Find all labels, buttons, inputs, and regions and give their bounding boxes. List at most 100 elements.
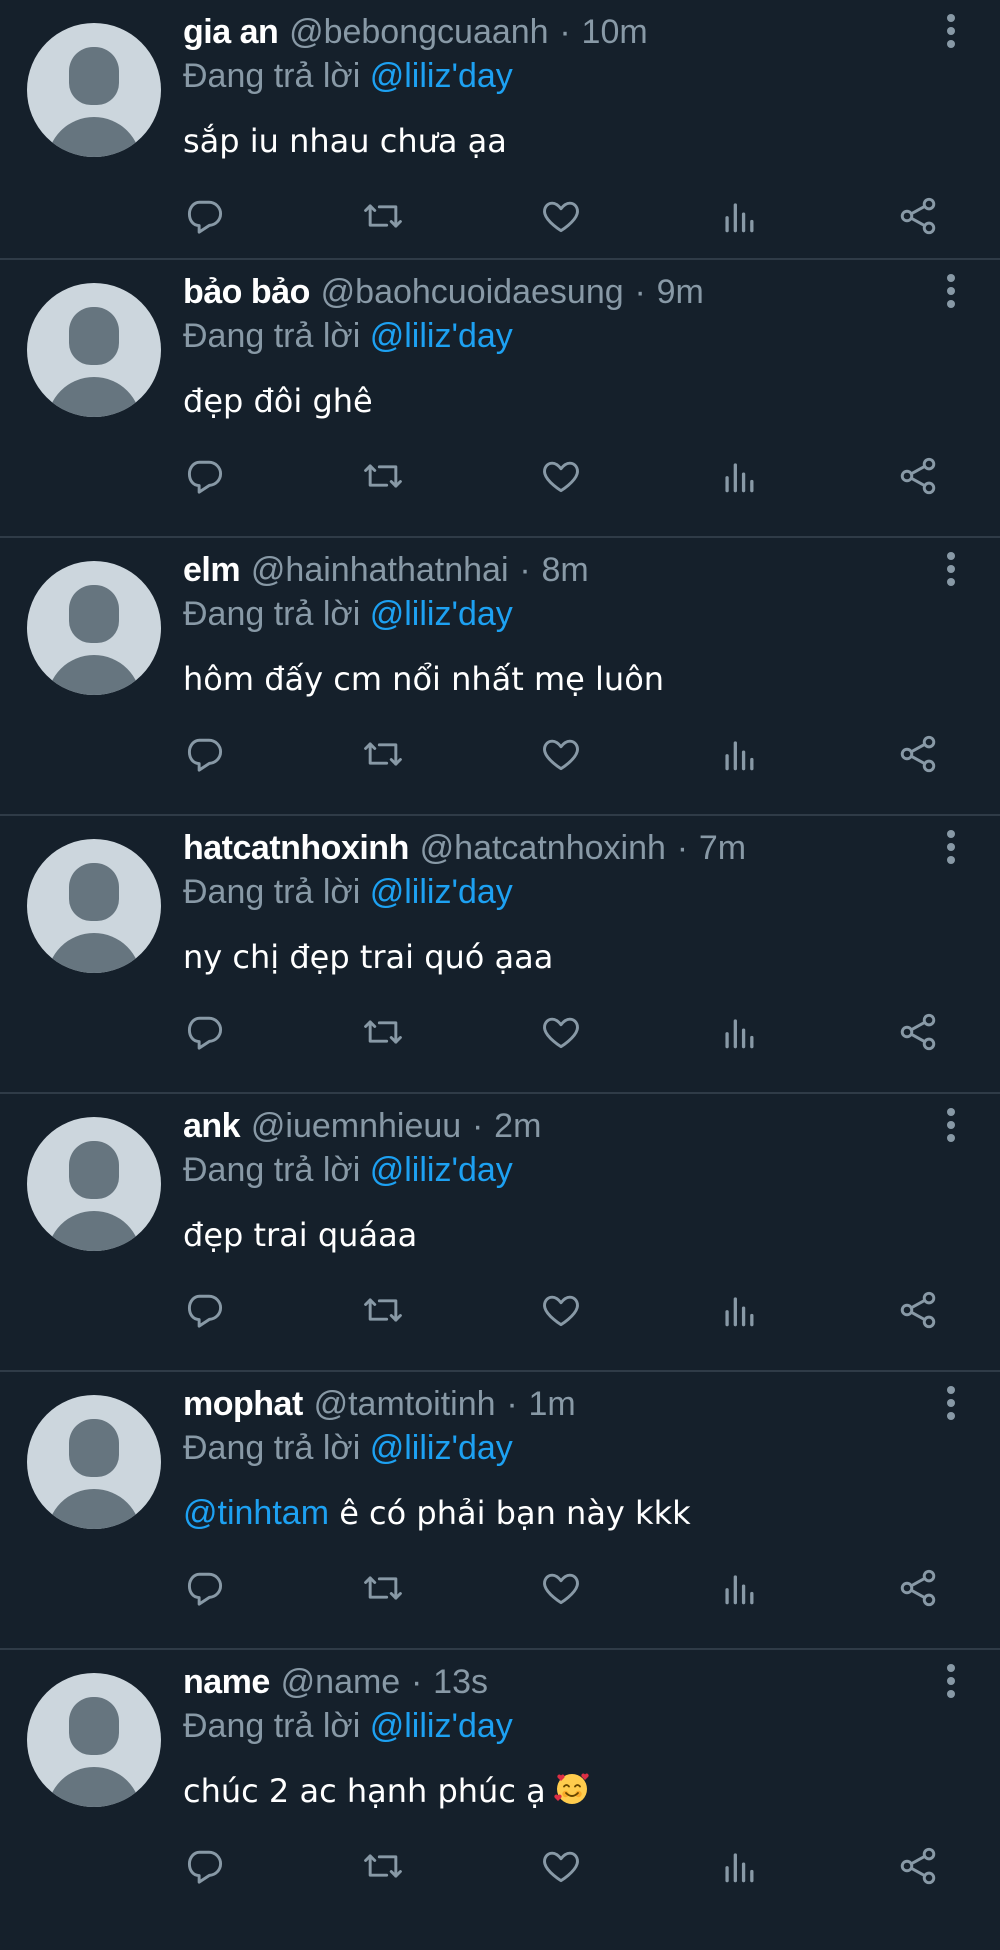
replying-to-mention[interactable]: @liliz'day <box>370 1429 513 1467</box>
replying-to-mention[interactable]: @liliz'day <box>370 873 513 911</box>
replying-to: Đang trả lời @liliz'day <box>183 868 513 916</box>
replying-to-mention[interactable]: @liliz'day <box>370 595 513 633</box>
tweet-text-body: đẹp trai quáaa <box>183 1216 418 1254</box>
tweet-header: bảo bảo @baohcuoidaesung · 9m <box>183 268 704 316</box>
tweet-item[interactable]: name @name · 13s Đang trả lời @liliz'day… <box>0 1650 1000 1950</box>
tweet-item[interactable]: ank @iuemnhieuu · 2m Đang trả lời @liliz… <box>0 1094 1000 1372</box>
analytics-icon[interactable] <box>717 1844 761 1888</box>
display-name[interactable]: bảo bảo <box>183 273 310 311</box>
heart-icon[interactable] <box>539 194 583 238</box>
retweet-icon[interactable] <box>361 732 405 776</box>
heart-icon[interactable] <box>539 1566 583 1610</box>
analytics-icon[interactable] <box>717 1288 761 1332</box>
tweet-item[interactable]: elm @hainhathatnhai · 8m Đang trả lời @l… <box>0 538 1000 816</box>
replying-to: Đang trả lời @liliz'day <box>183 590 513 638</box>
timestamp[interactable]: 7m <box>699 829 746 867</box>
retweet-icon[interactable] <box>361 1566 405 1610</box>
analytics-icon[interactable] <box>717 732 761 776</box>
replying-to: Đang trả lời @liliz'day <box>183 1146 513 1194</box>
more-icon[interactable] <box>946 552 956 586</box>
action-bar <box>183 1288 963 1332</box>
display-name[interactable]: name <box>183 1663 270 1701</box>
heart-icon[interactable] <box>539 1010 583 1054</box>
replying-to-mention[interactable]: @liliz'day <box>370 1151 513 1189</box>
display-name[interactable]: elm <box>183 551 241 589</box>
tweet-text-body: hôm đấy cm nổi nhất mẹ luôn <box>183 660 665 698</box>
timestamp[interactable]: 9m <box>657 273 704 311</box>
share-icon[interactable] <box>896 1288 940 1332</box>
analytics-icon[interactable] <box>717 454 761 498</box>
avatar[interactable] <box>27 561 161 695</box>
reply-icon[interactable] <box>183 194 227 238</box>
timestamp[interactable]: 13s <box>433 1663 488 1701</box>
user-handle[interactable]: @hatcatnhoxinh <box>420 829 666 867</box>
analytics-icon[interactable] <box>717 1566 761 1610</box>
tweet-item[interactable]: bảo bảo @baohcuoidaesung · 9m Đang trả l… <box>0 260 1000 538</box>
retweet-icon[interactable] <box>361 454 405 498</box>
replying-to: Đang trả lời @liliz'day <box>183 312 513 360</box>
more-icon[interactable] <box>946 14 956 48</box>
user-handle[interactable]: @bebongcuaanh <box>289 13 549 51</box>
avatar[interactable] <box>27 839 161 973</box>
separator-dot: · <box>676 829 689 867</box>
heart-icon[interactable] <box>539 732 583 776</box>
user-handle[interactable]: @name <box>281 1663 401 1701</box>
share-icon[interactable] <box>896 1844 940 1888</box>
tweet-item[interactable]: mophat @tamtoitinh · 1m Đang trả lời @li… <box>0 1372 1000 1650</box>
share-icon[interactable] <box>896 1566 940 1610</box>
reply-icon[interactable] <box>183 1010 227 1054</box>
tweet-header: name @name · 13s <box>183 1658 488 1706</box>
timestamp[interactable]: 10m <box>582 13 648 51</box>
retweet-icon[interactable] <box>361 1288 405 1332</box>
more-icon[interactable] <box>946 1664 956 1698</box>
heart-icon[interactable] <box>539 1844 583 1888</box>
more-icon[interactable] <box>946 830 956 864</box>
tweet-item[interactable]: gia an @bebongcuaanh · 10m Đang trả lời … <box>0 0 1000 260</box>
share-icon[interactable] <box>896 732 940 776</box>
share-icon[interactable] <box>896 194 940 238</box>
analytics-icon[interactable] <box>717 1010 761 1054</box>
tweet-text-mention[interactable]: @tinhtam <box>183 1494 329 1532</box>
avatar[interactable] <box>27 1117 161 1251</box>
retweet-icon[interactable] <box>361 1010 405 1054</box>
reply-icon[interactable] <box>183 1288 227 1332</box>
analytics-icon[interactable] <box>717 194 761 238</box>
replying-to-mention[interactable]: @liliz'day <box>370 317 513 355</box>
tweet-text: chúc 2 ac hạnh phúc ạ <box>183 1766 592 1816</box>
heart-icon[interactable] <box>539 454 583 498</box>
share-icon[interactable] <box>896 454 940 498</box>
display-name[interactable]: ank <box>183 1107 241 1145</box>
share-icon[interactable] <box>896 1010 940 1054</box>
timestamp[interactable]: 2m <box>494 1107 541 1145</box>
avatar[interactable] <box>27 1395 161 1529</box>
smiling-face-with-hearts-icon <box>554 1773 589 1804</box>
reply-icon[interactable] <box>183 454 227 498</box>
timestamp[interactable]: 1m <box>528 1385 575 1423</box>
avatar[interactable] <box>27 1673 161 1807</box>
display-name[interactable]: gia an <box>183 13 279 51</box>
user-handle[interactable]: @hainhathatnhai <box>251 551 509 589</box>
user-handle[interactable]: @baohcuoidaesung <box>321 273 624 311</box>
user-handle[interactable]: @tamtoitinh <box>314 1385 496 1423</box>
more-icon[interactable] <box>946 1108 956 1142</box>
reply-icon[interactable] <box>183 732 227 776</box>
tweet-item[interactable]: hatcatnhoxinh @hatcatnhoxinh · 7m Đang t… <box>0 816 1000 1094</box>
user-handle[interactable]: @iuemnhieuu <box>251 1107 461 1145</box>
more-icon[interactable] <box>946 274 956 308</box>
replying-to-label: Đang trả lời <box>183 1429 361 1467</box>
replying-to-mention[interactable]: @liliz'day <box>370 57 513 95</box>
replying-to-mention[interactable]: @liliz'day <box>370 1707 513 1745</box>
reply-icon[interactable] <box>183 1566 227 1610</box>
display-name[interactable]: mophat <box>183 1385 303 1423</box>
replying-to-label: Đang trả lời <box>183 1151 361 1189</box>
timestamp[interactable]: 8m <box>541 551 588 589</box>
more-icon[interactable] <box>946 1386 956 1420</box>
retweet-icon[interactable] <box>361 194 405 238</box>
retweet-icon[interactable] <box>361 1844 405 1888</box>
reply-icon[interactable] <box>183 1844 227 1888</box>
avatar[interactable] <box>27 23 161 157</box>
heart-icon[interactable] <box>539 1288 583 1332</box>
replying-to-label: Đang trả lời <box>183 873 361 911</box>
avatar[interactable] <box>27 283 161 417</box>
display-name[interactable]: hatcatnhoxinh <box>183 829 409 867</box>
